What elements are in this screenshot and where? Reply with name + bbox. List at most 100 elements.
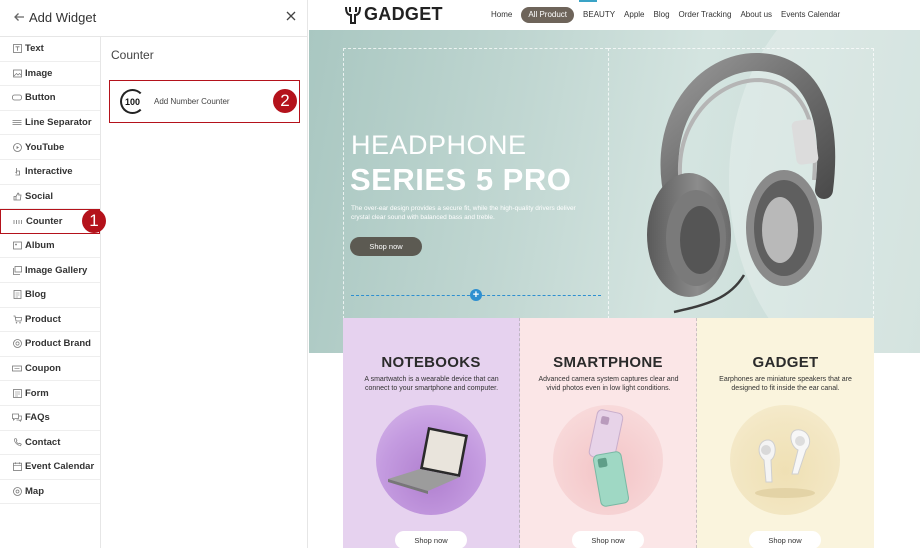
earbuds-image — [755, 429, 815, 498]
shop-now-button[interactable]: Shop now — [749, 531, 821, 548]
back-arrow-icon[interactable] — [12, 9, 26, 25]
category-label: Album — [25, 240, 55, 252]
category-label: Map — [25, 485, 44, 497]
youtube-icon — [12, 142, 22, 152]
nav-blog[interactable]: Blog — [654, 7, 670, 23]
category-label: Social — [25, 190, 53, 202]
website-preview: GADGET Home All Product BEAUTY Apple Blo… — [309, 0, 920, 548]
category-image[interactable]: Image — [0, 62, 100, 87]
nav-accent-bar — [579, 0, 597, 2]
button-icon — [12, 93, 22, 103]
laptop-image — [388, 427, 468, 494]
card-image-circle — [376, 405, 486, 515]
category-button[interactable]: Button — [0, 86, 100, 111]
logo-text: GADGET — [364, 4, 443, 24]
hero-title-line2: SERIES 5 PRO — [350, 162, 572, 197]
hero-banner: HEADPHONE SERIES 5 PRO The over-ear desi… — [309, 30, 920, 353]
counter-icon — [13, 216, 23, 226]
counter-100-icon: 100 — [120, 89, 145, 114]
category-label: Text — [25, 43, 44, 55]
nav-events-calendar[interactable]: Events Calendar — [781, 7, 840, 23]
card-image-circle — [553, 405, 663, 515]
category-label: Form — [25, 387, 49, 399]
card-title: NOTEBOOKS — [381, 354, 481, 371]
contact-icon — [12, 437, 22, 447]
category-label: Event Calendar — [25, 461, 95, 473]
category-label: Image Gallery — [25, 264, 88, 276]
detail-heading: Counter — [111, 48, 154, 62]
category-event-calendar[interactable]: Event Calendar — [0, 455, 100, 480]
category-faqs[interactable]: FAQs — [0, 406, 100, 431]
category-label: Image — [25, 67, 53, 79]
widget-label: Add Number Counter — [154, 97, 230, 106]
category-album[interactable]: Album — [0, 234, 100, 259]
category-label: Counter — [26, 215, 63, 227]
category-form[interactable]: Form — [0, 381, 100, 406]
card-description: Earphones are miniature speakers that ar… — [719, 376, 852, 392]
card-notebooks: NOTEBOOKS A smartwatch is a wearable dev… — [343, 318, 520, 548]
card-image-circle — [730, 405, 840, 515]
category-label: Line Separator — [25, 117, 92, 129]
add-section-icon[interactable]: + — [470, 289, 482, 301]
headphone-image — [647, 52, 836, 314]
category-social[interactable]: Social — [0, 185, 100, 210]
category-product-brand[interactable]: Product Brand — [0, 332, 100, 357]
panel-title: Add Widget — [29, 10, 97, 25]
nav-all-product[interactable]: All Product — [521, 7, 575, 23]
product-brand-icon — [12, 339, 22, 349]
hero-description: The over-ear design provides a secure fi… — [351, 205, 576, 221]
widget-category-list: Text Image Button Line Separator YouTube… — [0, 37, 101, 548]
category-label: Coupon — [25, 363, 61, 375]
card-title: GADGET — [752, 354, 819, 371]
card-description: A smartwatch is a wearable device that c… — [364, 376, 499, 392]
hero-title-line1: HEADPHONE — [351, 130, 527, 160]
product-icon — [12, 314, 22, 324]
category-label: Interactive — [25, 166, 73, 178]
add-widget-panel: Add Widget Text Image Button Line Separa… — [0, 0, 308, 548]
shop-now-button[interactable]: Shop now — [395, 531, 467, 548]
card-smartphone: SMARTPHONE Advanced camera system captur… — [520, 318, 697, 548]
category-blog[interactable]: Blog — [0, 283, 100, 308]
close-icon[interactable] — [284, 8, 298, 24]
image-gallery-icon — [12, 265, 22, 275]
coupon-icon — [12, 364, 22, 374]
interactive-icon — [12, 167, 22, 177]
nav-links: Home All Product BEAUTY Apple Blog Order… — [491, 7, 849, 23]
image-icon — [12, 68, 22, 78]
add-number-counter-widget[interactable]: 100 Add Number Counter — [109, 80, 300, 123]
category-image-gallery[interactable]: Image Gallery — [0, 258, 100, 283]
category-map[interactable]: Map — [0, 480, 100, 505]
category-label: FAQs — [25, 412, 50, 424]
card-description: Advanced camera system captures clear an… — [538, 376, 679, 392]
category-youtube[interactable]: YouTube — [0, 135, 100, 160]
nav-beauty[interactable]: BEAUTY — [583, 7, 615, 23]
category-product[interactable]: Product — [0, 308, 100, 333]
social-icon — [12, 191, 22, 201]
panel-header: Add Widget — [0, 0, 308, 37]
event-calendar-icon — [12, 462, 22, 472]
category-interactive[interactable]: Interactive — [0, 160, 100, 185]
category-label: Button — [25, 92, 56, 104]
category-label: YouTube — [25, 141, 65, 153]
widget-detail-area: Counter 100 Add Number Counter — [101, 37, 308, 548]
gadget-logo-icon — [345, 6, 361, 24]
faqs-icon — [12, 413, 22, 423]
nav-order-tracking[interactable]: Order Tracking — [679, 7, 732, 23]
nav-home[interactable]: Home — [491, 7, 512, 23]
site-logo[interactable]: GADGET — [344, 4, 443, 25]
album-icon — [12, 241, 22, 251]
category-label: Contact — [25, 436, 61, 448]
form-icon — [12, 388, 22, 398]
category-line-separator[interactable]: Line Separator — [0, 111, 100, 136]
category-label: Product — [25, 313, 61, 325]
category-label: Product Brand — [25, 338, 91, 350]
nav-apple[interactable]: Apple — [624, 7, 644, 23]
category-cards: NOTEBOOKS A smartwatch is a wearable dev… — [343, 318, 874, 548]
category-text[interactable]: Text — [0, 37, 100, 62]
nav-about-us[interactable]: About us — [740, 7, 772, 23]
shop-now-button[interactable]: Shop now — [572, 531, 644, 548]
card-title: SMARTPHONE — [553, 354, 663, 371]
category-coupon[interactable]: Coupon — [0, 357, 100, 382]
category-contact[interactable]: Contact — [0, 431, 100, 456]
hero-shop-now-button[interactable]: Shop now — [350, 237, 422, 256]
